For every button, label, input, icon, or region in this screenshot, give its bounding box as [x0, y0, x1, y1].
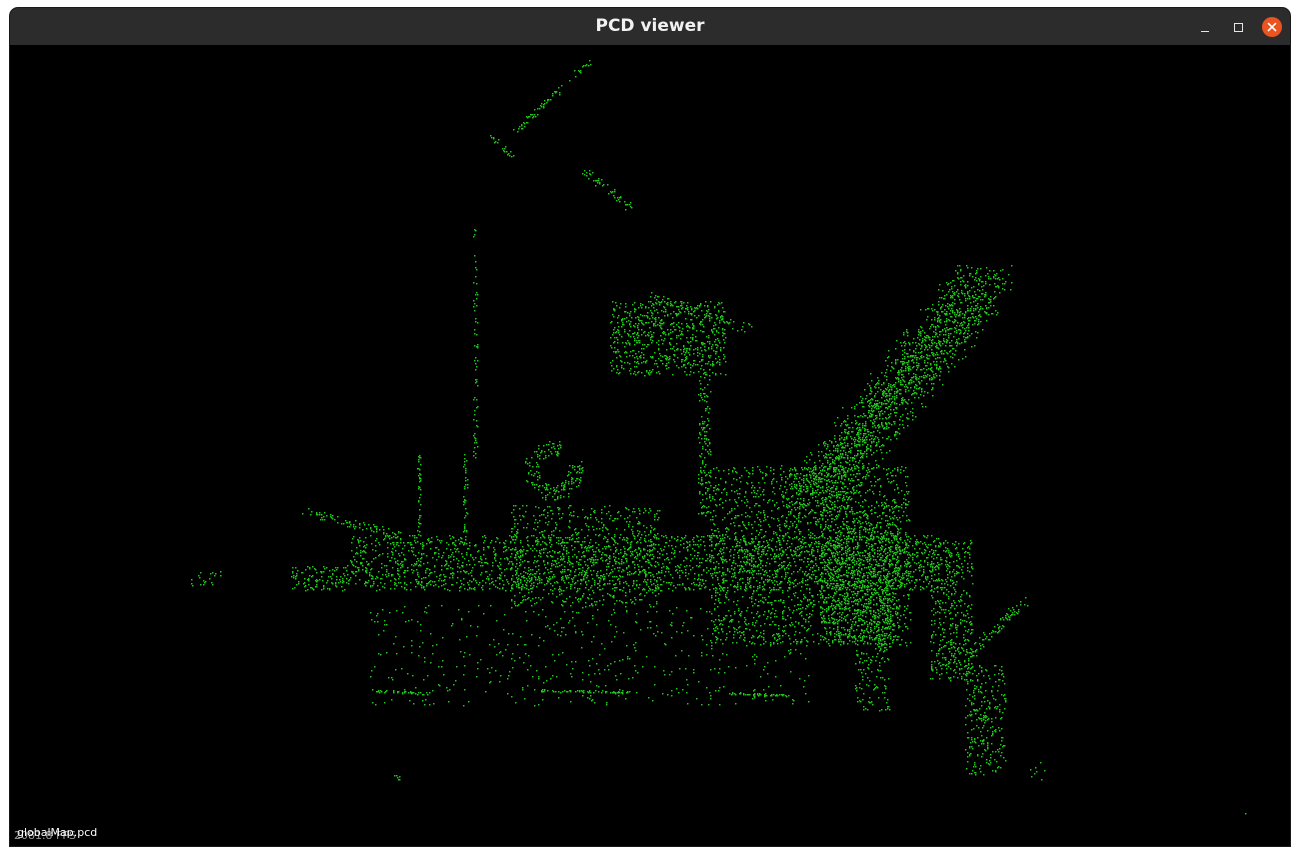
maximize-icon [1233, 22, 1243, 32]
title-bar[interactable]: PCD viewer [10, 8, 1290, 46]
point-cloud-viewport[interactable]: 2081.8 FPS globalMap.pcd [10, 45, 1290, 846]
minimize-button[interactable] [1195, 17, 1215, 37]
file-name-label: globalMap.pcd [17, 826, 98, 839]
minimize-icon [1201, 30, 1209, 32]
window-title: PCD viewer [595, 16, 705, 36]
close-icon [1267, 22, 1277, 32]
pcd-viewer-window: PCD viewer 2081.8 FPS globalMap.pcd [10, 8, 1290, 846]
close-button[interactable] [1262, 17, 1282, 37]
point-cloud [191, 60, 1247, 815]
point-cloud-points [191, 60, 1247, 815]
viewer-overlay: 2081.8 FPS globalMap.pcd [14, 826, 98, 841]
maximize-button[interactable] [1228, 17, 1248, 37]
